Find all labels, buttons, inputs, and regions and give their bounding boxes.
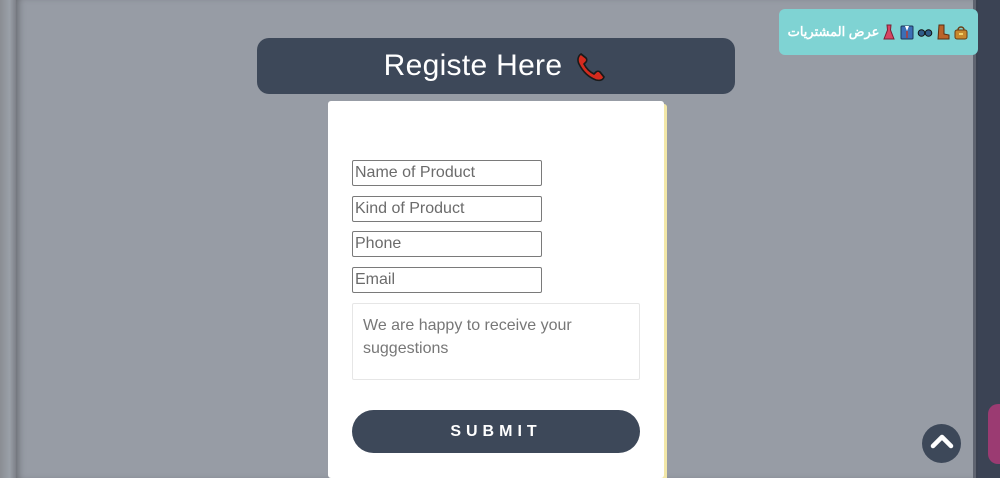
boot-icon — [935, 24, 951, 40]
dress-icon — [881, 24, 897, 40]
glasses-icon — [917, 24, 933, 40]
side-tab-edge — [988, 404, 1000, 464]
handbag-icon — [953, 24, 969, 40]
suit-icon — [899, 24, 915, 40]
registration-title-bar: Registe Here — [257, 38, 735, 94]
telephone-receiver-icon — [574, 49, 608, 83]
scroll-to-top-button[interactable] — [922, 424, 961, 463]
page-title: Registe Here — [383, 49, 563, 82]
suggestions-textarea[interactable] — [352, 303, 640, 380]
view-purchases-button[interactable]: عرض المشتريات — [779, 9, 978, 55]
product-kind-input[interactable] — [352, 196, 542, 222]
view-purchases-label: عرض المشتريات — [787, 24, 880, 39]
phone-input[interactable] — [352, 231, 542, 257]
email-input[interactable] — [352, 267, 542, 293]
chevron-up-icon — [930, 431, 954, 456]
product-name-input[interactable] — [352, 160, 542, 186]
submit-button[interactable]: SUBMIT — [352, 410, 640, 453]
registration-form-card: SUBMIT — [328, 101, 664, 478]
page-background-left — [0, 0, 16, 478]
